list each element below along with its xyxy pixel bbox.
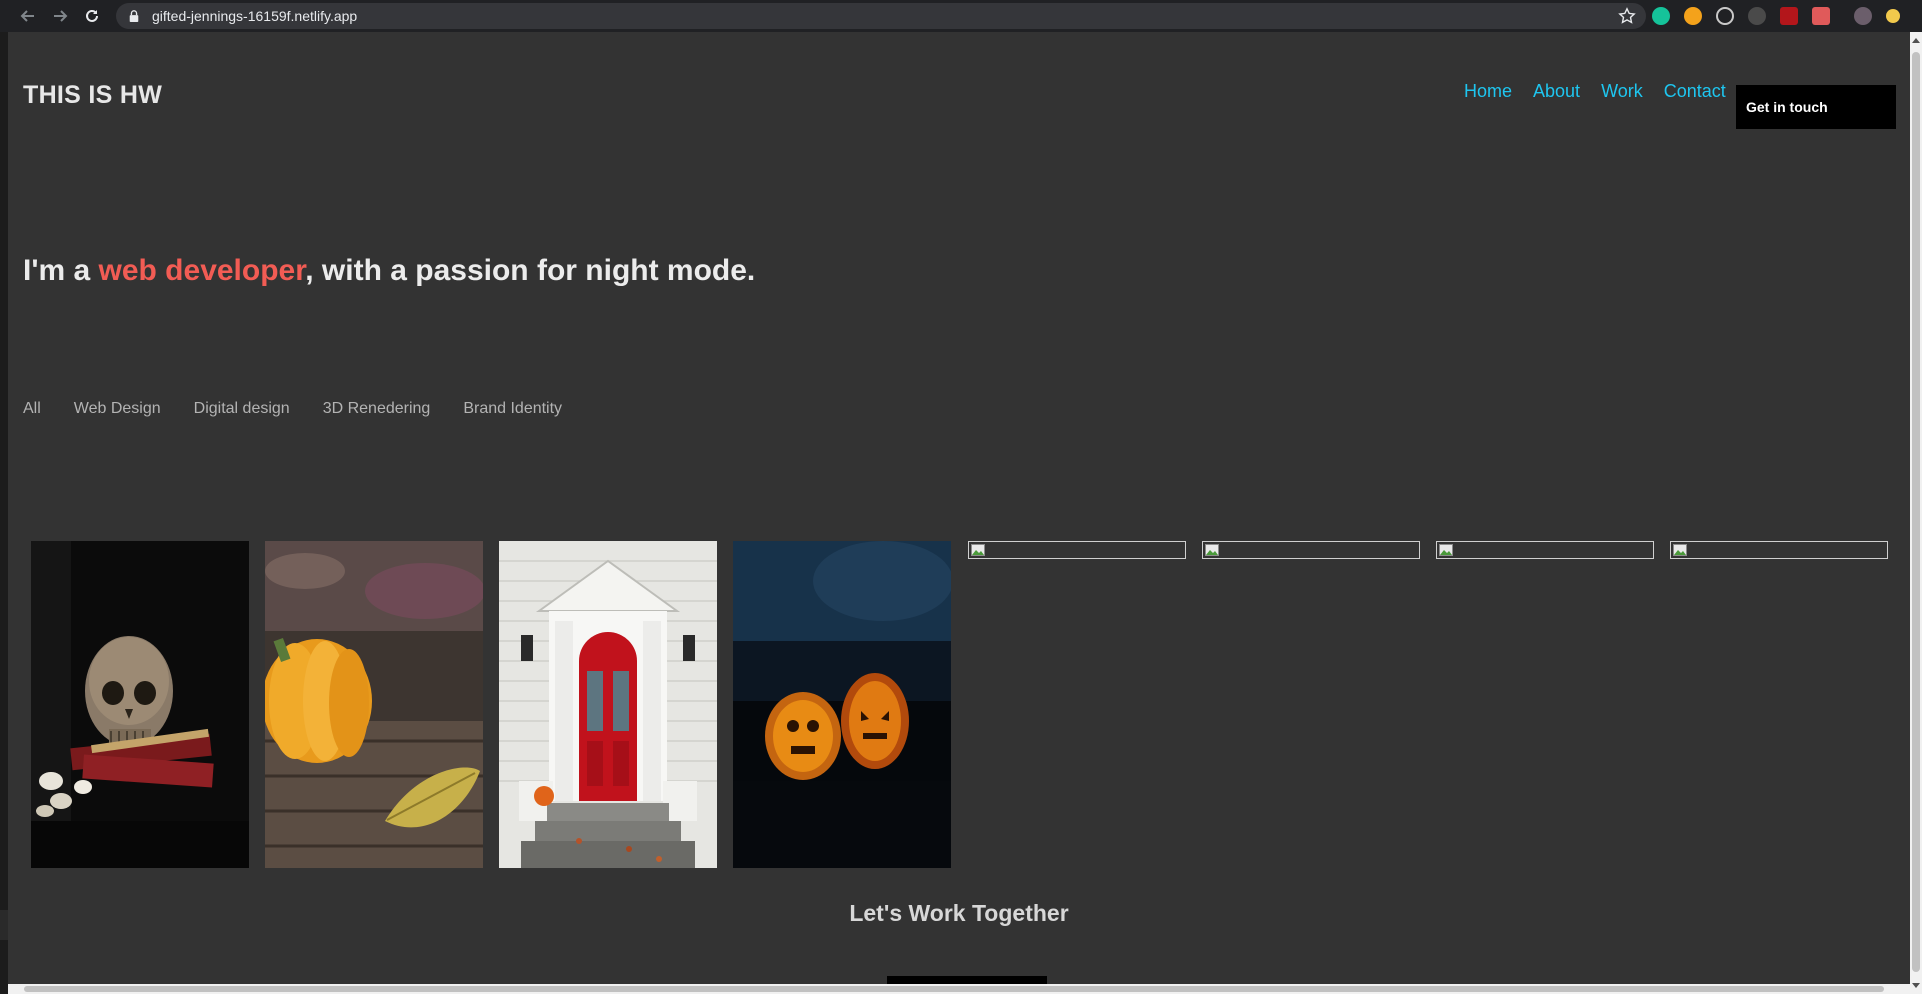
nav-link-home[interactable]: Home [1464, 81, 1512, 102]
update-badge-icon[interactable] [1886, 9, 1900, 23]
nav-link-work[interactable]: Work [1601, 81, 1643, 102]
page: THIS IS HW Home About Work Contact Get i… [8, 32, 1910, 984]
nav-link-contact[interactable]: Contact [1664, 81, 1726, 102]
broken-image-icon [1205, 544, 1219, 556]
forward-arrow-icon[interactable] [44, 0, 76, 32]
broken-image-icon [1439, 544, 1453, 556]
filter-3d-rendering[interactable]: 3D Renedering [323, 400, 431, 418]
scroll-down-arrow-icon[interactable] [1912, 983, 1920, 988]
main-nav: Home About Work Contact [1464, 81, 1747, 102]
get-in-touch-button[interactable]: Get in touch [1736, 85, 1896, 129]
vertical-scrollbar[interactable] [1910, 32, 1922, 994]
filter-brand-identity[interactable]: Brand Identity [463, 400, 562, 418]
extension-icon[interactable] [1748, 7, 1766, 25]
gallery-image-broken-4[interactable] [1670, 541, 1888, 559]
video-icon[interactable] [1812, 7, 1830, 25]
gallery-photo-jack-o-lanterns[interactable] [733, 541, 951, 868]
grammarly-icon[interactable] [1652, 7, 1670, 25]
filter-digital-design[interactable]: Digital design [194, 400, 290, 418]
hero-heading: I'm a web developer, with a passion for … [23, 254, 755, 288]
filter-all[interactable]: All [23, 400, 41, 418]
portfolio-filters: All Web Design Digital design 3D Reneder… [23, 400, 595, 418]
horizontal-scrollbar-thumb[interactable] [24, 986, 1884, 992]
react-devtools-icon[interactable] [1716, 7, 1734, 25]
gallery-photo-skull[interactable] [31, 541, 249, 868]
broken-image-icon [971, 544, 985, 556]
back-arrow-icon[interactable] [12, 0, 44, 32]
filter-web-design[interactable]: Web Design [74, 400, 161, 418]
window-edge [0, 32, 8, 994]
work-together-heading: Let's Work Together [849, 900, 1069, 926]
address-bar[interactable]: gifted-jennings-16159f.netlify.app [116, 3, 1646, 29]
gallery-image-broken-3[interactable] [1436, 541, 1654, 559]
hero-suffix: , with a passion for night mode. [305, 254, 756, 287]
site-brand[interactable]: THIS IS HW [23, 81, 162, 110]
broken-image-icon [1673, 544, 1687, 556]
scrollbar-thumb[interactable] [1912, 52, 1920, 972]
lock-icon[interactable] [128, 9, 142, 23]
reload-icon[interactable] [76, 0, 108, 32]
gallery-photo-pumpkin[interactable] [265, 541, 483, 868]
gallery-photo-red-door[interactable] [499, 541, 717, 868]
blocker-icon[interactable] [1684, 7, 1702, 25]
gallery-image-broken-1[interactable] [968, 541, 1186, 559]
contact-button-partial[interactable] [887, 976, 1047, 984]
hero-highlight: web developer [98, 254, 306, 287]
pdf-icon[interactable] [1780, 7, 1798, 25]
nav-link-about[interactable]: About [1533, 81, 1580, 102]
gallery-image-broken-2[interactable] [1202, 541, 1420, 559]
extensions-area [1652, 6, 1900, 26]
browser-toolbar: gifted-jennings-16159f.netlify.app [0, 0, 1922, 32]
hero-prefix: I'm a [23, 254, 99, 287]
url-text[interactable]: gifted-jennings-16159f.netlify.app [152, 8, 357, 24]
scroll-up-arrow-icon[interactable] [1912, 38, 1920, 43]
horizontal-scrollbar[interactable] [8, 984, 1910, 994]
profile-avatar-icon[interactable] [1854, 7, 1872, 25]
bookmark-star-icon[interactable] [1618, 7, 1636, 25]
